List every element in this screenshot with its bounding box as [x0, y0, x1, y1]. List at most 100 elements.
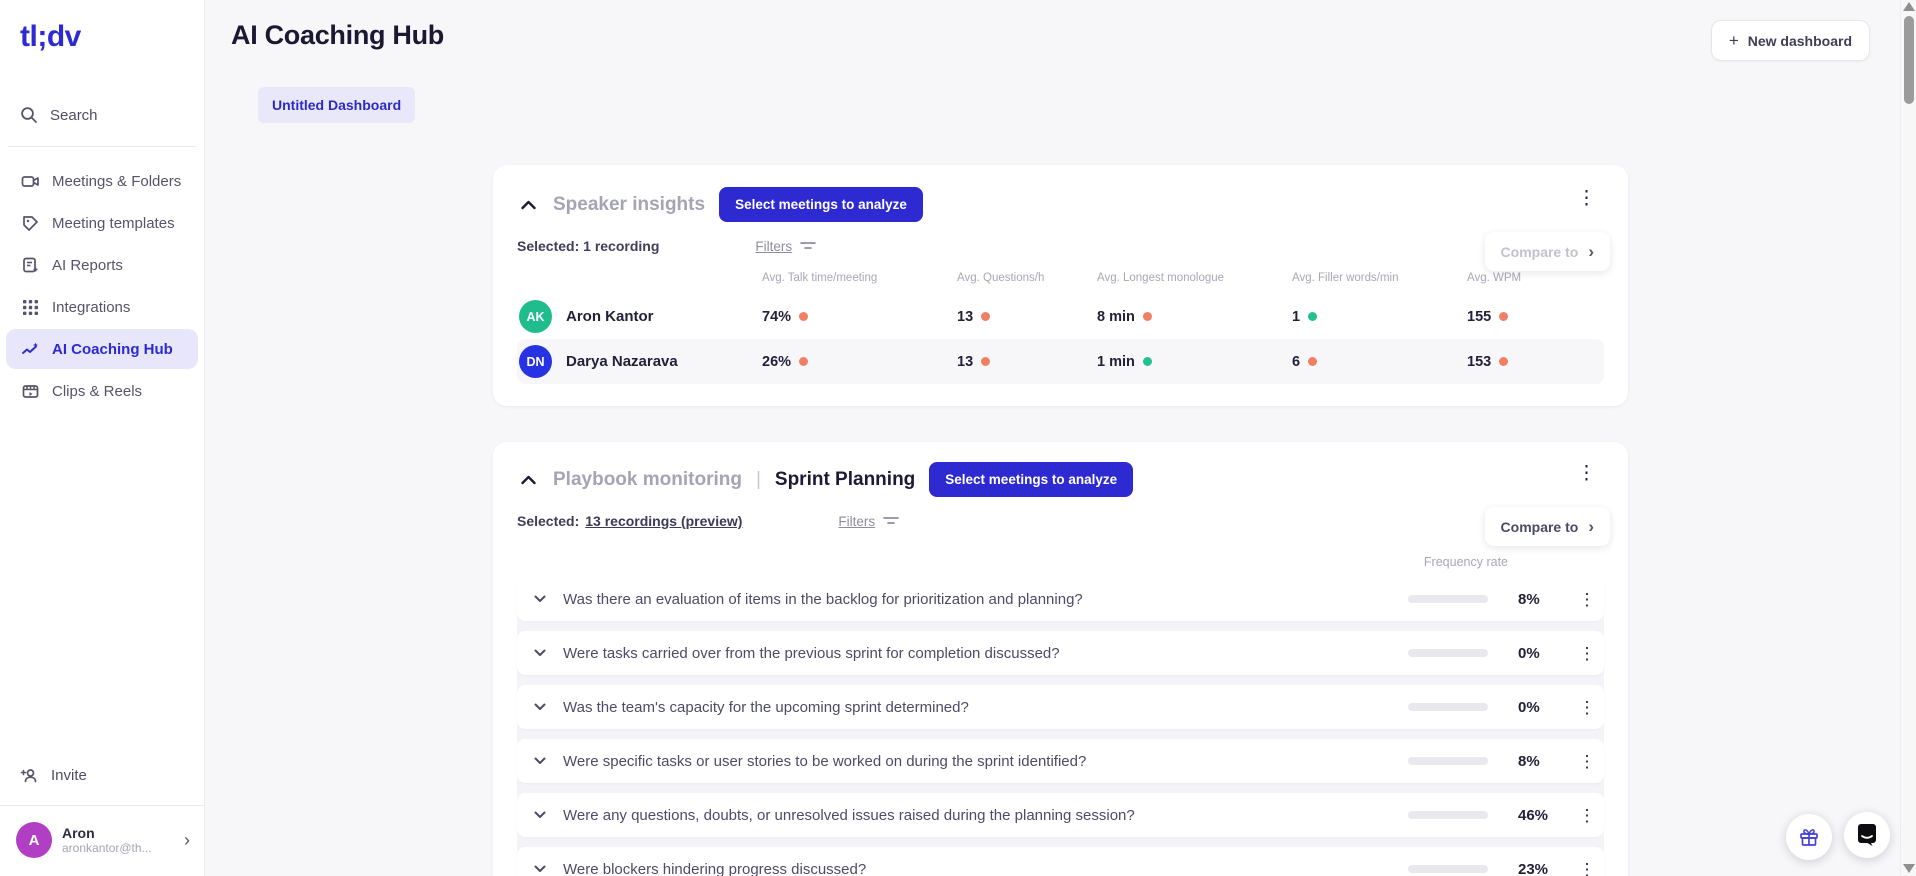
sidebar-item-label: Meetings & Folders	[52, 172, 182, 190]
question-row[interactable]: Were any questions, doubts, or unresolve…	[517, 793, 1604, 837]
question-text: Was there an evaluation of items in the …	[563, 590, 1083, 608]
page-scrollbar[interactable]	[1900, 0, 1916, 876]
speaker-table: Avg. Talk time/meeting Avg. Questions/h …	[517, 272, 1604, 384]
speaker-insights-title: Speaker insights	[553, 193, 706, 215]
film-reel-icon	[20, 381, 40, 401]
status-dot	[1308, 357, 1318, 366]
frequency-bar	[1408, 649, 1488, 657]
frequency-bar	[1408, 811, 1488, 819]
card-menu-kebab-icon[interactable]: ⋮	[1571, 187, 1602, 210]
sidebar-item-clips-reels[interactable]: Clips & Reels	[6, 371, 198, 411]
new-dashboard-label: New dashboard	[1747, 32, 1852, 49]
compare-to-button[interactable]: Compare to ›	[1484, 232, 1610, 271]
question-row[interactable]: Was there an evaluation of items in the …	[517, 577, 1604, 621]
gift-rewards-button[interactable]	[1786, 814, 1832, 860]
filter-lines-icon	[800, 240, 816, 252]
question-row[interactable]: Were blockers hindering progress discuss…	[517, 847, 1604, 876]
frequency-value: 0%	[1518, 644, 1540, 662]
sidebar-item-ai-reports[interactable]: AI Reports	[6, 245, 198, 285]
main-content: AI Coaching Hub + New dashboard Untitled…	[205, 0, 1916, 876]
card-menu-kebab-icon[interactable]: ⋮	[1571, 462, 1602, 485]
tldv-logo: tl;dv	[20, 20, 81, 53]
row-menu-kebab-icon[interactable]: ⋮	[1570, 645, 1604, 662]
scroll-up-arrow-icon[interactable]	[1903, 2, 1915, 11]
row-menu-kebab-icon[interactable]: ⋮	[1570, 807, 1604, 824]
question-text: Were blockers hindering progress discuss…	[563, 860, 867, 876]
status-dot	[1142, 357, 1152, 366]
column-header: Avg. Talk time/meeting	[762, 272, 878, 284]
collapse-chevron-up-icon[interactable]	[517, 194, 539, 216]
chevron-down-icon[interactable]	[517, 595, 563, 603]
avatar: DN	[519, 345, 552, 378]
chevron-right-icon: ›	[1588, 242, 1594, 261]
collapse-chevron-up-icon[interactable]	[517, 469, 539, 491]
user-email: aronkantor@th...	[62, 841, 152, 855]
chat-widget-button[interactable]	[1844, 812, 1890, 858]
sidebar-item-ai-coaching-hub[interactable]: AI Coaching Hub	[6, 329, 198, 369]
gift-icon	[1798, 826, 1820, 848]
question-row[interactable]: Were tasks carried over from the previou…	[517, 631, 1604, 675]
row-menu-kebab-icon[interactable]: ⋮	[1570, 699, 1604, 716]
search-icon	[20, 106, 38, 124]
report-document-icon	[20, 255, 40, 275]
scrollbar-thumb[interactable]	[1904, 16, 1914, 104]
chat-icon	[1854, 822, 1880, 848]
filter-lines-icon	[883, 515, 900, 527]
select-meetings-button[interactable]: Select meetings to analyze	[929, 462, 1134, 497]
recordings-preview-link[interactable]: 13 recordings (preview)	[585, 513, 742, 529]
tab-untitled-dashboard[interactable]: Untitled Dashboard	[258, 87, 416, 123]
sidebar-item-integrations[interactable]: Integrations	[6, 287, 198, 327]
sidebar-item-label: AI Reports	[52, 256, 123, 274]
speaker-row[interactable]: DN Darya Nazarava 26% 13 1 min 6 153	[517, 339, 1604, 384]
chevron-down-icon[interactable]	[517, 811, 563, 819]
sidebar-search[interactable]: Search	[0, 92, 204, 138]
chevron-down-icon[interactable]	[517, 757, 563, 765]
question-text: Was the team's capacity for the upcoming…	[563, 698, 969, 716]
chevron-down-icon[interactable]	[517, 865, 563, 873]
title-separator: |	[755, 468, 761, 490]
scroll-down-arrow-icon[interactable]	[1903, 864, 1915, 873]
invite-label: Invite	[51, 767, 87, 784]
sidebar-item-label: Clips & Reels	[52, 382, 143, 400]
frequency-bar	[1408, 757, 1488, 765]
speaker-row[interactable]: AK Aron Kantor 74% 13 8 min 1 155	[517, 294, 1604, 339]
compare-to-button[interactable]: Compare to ›	[1484, 507, 1610, 546]
sidebar: tl;dv Search Meetings & Folders Meeting …	[0, 0, 205, 876]
video-camera-icon	[20, 171, 40, 191]
question-row[interactable]: Was the team's capacity for the upcoming…	[517, 685, 1604, 729]
status-dot	[1308, 312, 1318, 321]
frequency-bar	[1408, 595, 1488, 603]
status-dot	[981, 357, 991, 366]
sidebar-item-meetings-folders[interactable]: Meetings & Folders	[6, 161, 198, 201]
question-list: Was there an evaluation of items in the …	[517, 577, 1604, 876]
user-profile[interactable]: A Aron aronkantor@th... ›	[0, 818, 204, 862]
grid-icon	[20, 297, 40, 317]
frequency-value: 23%	[1518, 860, 1549, 876]
playbook-title: Playbook monitoring	[553, 468, 742, 490]
column-header: Avg. Longest monologue	[1097, 272, 1225, 284]
new-dashboard-button[interactable]: + New dashboard	[1710, 20, 1870, 61]
avatar: AK	[519, 300, 552, 333]
speaker-name: Darya Nazarava	[566, 353, 678, 370]
column-header: Avg. Filler words/min	[1292, 272, 1399, 284]
frequency-bar	[1408, 703, 1488, 711]
invite-button[interactable]: Invite	[0, 756, 204, 795]
select-meetings-button[interactable]: Select meetings to analyze	[719, 187, 923, 222]
frequency-value: 0%	[1518, 698, 1540, 716]
playbook-name: Sprint Planning	[774, 468, 916, 490]
status-dot	[799, 357, 809, 366]
page-title: AI Coaching Hub	[231, 20, 444, 50]
row-menu-kebab-icon[interactable]: ⋮	[1570, 591, 1604, 608]
filters-button[interactable]: Filters	[838, 514, 900, 529]
row-menu-kebab-icon[interactable]: ⋮	[1570, 753, 1604, 770]
filters-button[interactable]: Filters	[755, 239, 816, 254]
question-row[interactable]: Were specific tasks or user stories to b…	[517, 739, 1604, 783]
sidebar-item-meeting-templates[interactable]: Meeting templates	[6, 203, 198, 243]
sidebar-item-label: AI Coaching Hub	[52, 340, 173, 358]
chevron-down-icon[interactable]	[517, 703, 563, 711]
chevron-down-icon[interactable]	[517, 649, 563, 657]
row-menu-kebab-icon[interactable]: ⋮	[1570, 861, 1604, 876]
selected-prefix: Selected:	[517, 513, 580, 529]
status-dot	[1499, 312, 1509, 321]
status-dot	[799, 312, 809, 321]
